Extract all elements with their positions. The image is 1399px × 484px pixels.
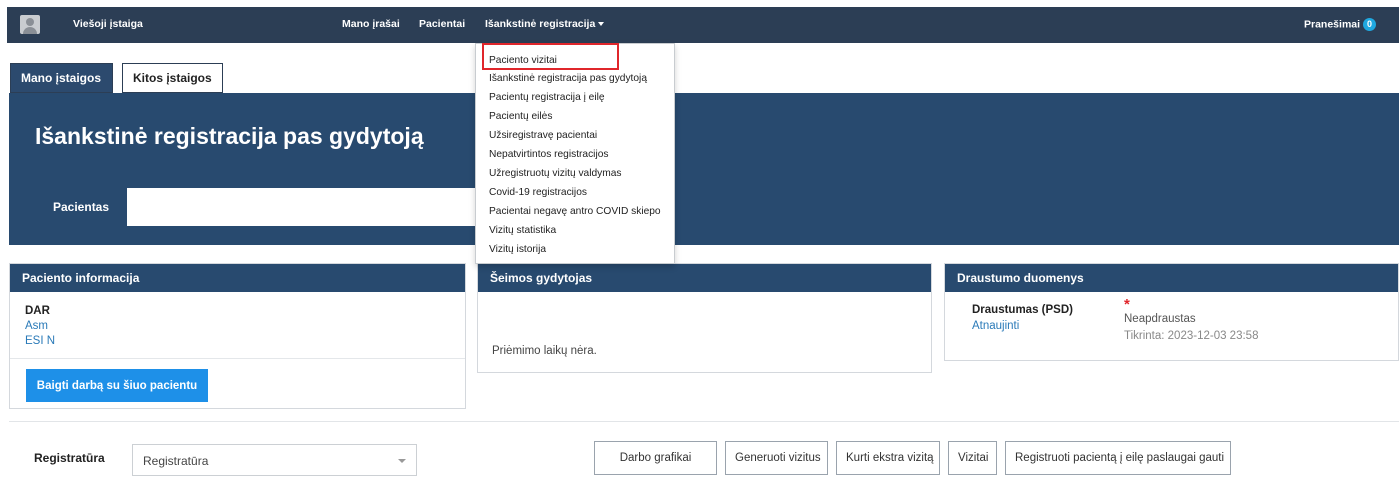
menu-item-patient-queues[interactable]: Pacientų eilės [489, 111, 552, 122]
registry-select-value: Registratūra [143, 454, 209, 468]
user-avatar-icon[interactable] [20, 15, 40, 34]
patient-info-title: Paciento informacija [10, 264, 465, 292]
patient-info-body: DAR Asm ESI N Baigti darbą su šiuo pacie… [10, 292, 465, 409]
top-navbar: Viešoji įstaiga Mano įrašai Pacientai Iš… [7, 7, 1399, 43]
refresh-insurance-link[interactable]: Atnaujinti [972, 320, 1019, 332]
menu-item-unconfirmed-registrations[interactable]: Nepatvirtintos registracijos [489, 149, 608, 160]
menu-item-no-second-vaccine[interactable]: Pacientai negavę antro COVID skiepo [489, 206, 661, 217]
menu-item-pre-registration[interactable]: Išankstinė registracija pas gydytoją [489, 73, 647, 84]
visits-button[interactable]: Vizitai [948, 441, 997, 475]
tab-other-institutions[interactable]: Kitos įstaigos [122, 63, 223, 93]
family-doctor-title: Šeimos gydytojas [478, 264, 931, 292]
menu-item-registered-patients[interactable]: Užsiregistravę pacientai [489, 130, 597, 141]
required-asterisk: * [1124, 296, 1130, 313]
page-title: Išankstinė registracija pas gydytoją [35, 123, 424, 149]
nav-pre-registration[interactable]: Išankstinė registracija [485, 18, 605, 30]
family-doctor-panel: Šeimos gydytojas Priėmimo laikų nėra. [477, 263, 932, 373]
menu-item-covid-registrations[interactable]: Covid-19 registracijos [489, 187, 587, 198]
insurance-label: Draustumas (PSD) [972, 304, 1073, 316]
menu-item-visit-management[interactable]: Užregistruotų vizitų valdymas [489, 168, 621, 179]
nav-pre-registration-label: Išankstinė registracija [485, 18, 596, 30]
caret-down-icon [598, 22, 605, 27]
patient-esi-line: ESI N [25, 335, 56, 347]
patient-field-label: Pacientas [53, 200, 110, 214]
notifications-label: Pranešimai [1304, 18, 1361, 31]
nav-my-records[interactable]: Mano įrašai [342, 18, 400, 30]
patient-search-input[interactable] [127, 188, 487, 226]
family-doctor-body: Priėmimo laikų nėra. [478, 292, 931, 373]
create-extra-visit-button[interactable]: Kurti ekstra vizitą [836, 441, 940, 475]
hero-header: Išankstinė registracija pas gydytoją Pac… [9, 93, 1399, 245]
insurance-status: Neapdraustas [1124, 313, 1196, 325]
notifications[interactable]: Pranešimai 0 [1304, 18, 1377, 31]
finish-patient-button[interactable]: Baigti darbą su šiuo pacientu [26, 369, 208, 402]
patient-id-line: Asm [25, 320, 48, 332]
menu-item-visit-statistics[interactable]: Vizitų statistika [489, 225, 556, 236]
highlight-box [482, 43, 619, 70]
nav-patients[interactable]: Pacientai [419, 18, 465, 30]
pre-registration-dropdown: Paciento vizitai Išankstinė registracija… [475, 43, 675, 264]
registry-select[interactable]: Registratūra [132, 444, 417, 476]
no-slots-text: Priėmimo laikų nėra. [492, 345, 597, 357]
insurance-checked-time: Tikrinta: 2023-12-03 23:58 [1124, 330, 1259, 342]
org-name[interactable]: Viešoji įstaiga [73, 18, 143, 30]
patient-name: DAR [25, 305, 50, 317]
tab-my-institutions[interactable]: Mano įstaigos [10, 63, 113, 93]
insurance-title: Draustumo duomenys [945, 264, 1398, 292]
registry-label: Registratūra [34, 451, 105, 465]
menu-item-visit-history[interactable]: Vizitų istorija [489, 244, 546, 255]
insurance-panel: Draustumo duomenys Draustumas (PSD) Atna… [944, 263, 1399, 361]
notifications-badge: 0 [1363, 18, 1377, 31]
insurance-body: Draustumas (PSD) Atnaujinti * Neapdraust… [945, 292, 1398, 361]
chevron-down-icon [398, 459, 406, 463]
register-to-queue-button[interactable]: Registruoti pacientą į eilę paslaugai ga… [1005, 441, 1231, 475]
work-schedules-button[interactable]: Darbo grafikai [594, 441, 717, 475]
menu-item-queue-registration[interactable]: Pacientų registracija į eilę [489, 92, 605, 103]
patient-info-panel: Paciento informacija DAR Asm ESI N Baigt… [9, 263, 466, 409]
divider [10, 358, 465, 359]
generate-visits-button[interactable]: Generuoti vizitus [725, 441, 828, 475]
